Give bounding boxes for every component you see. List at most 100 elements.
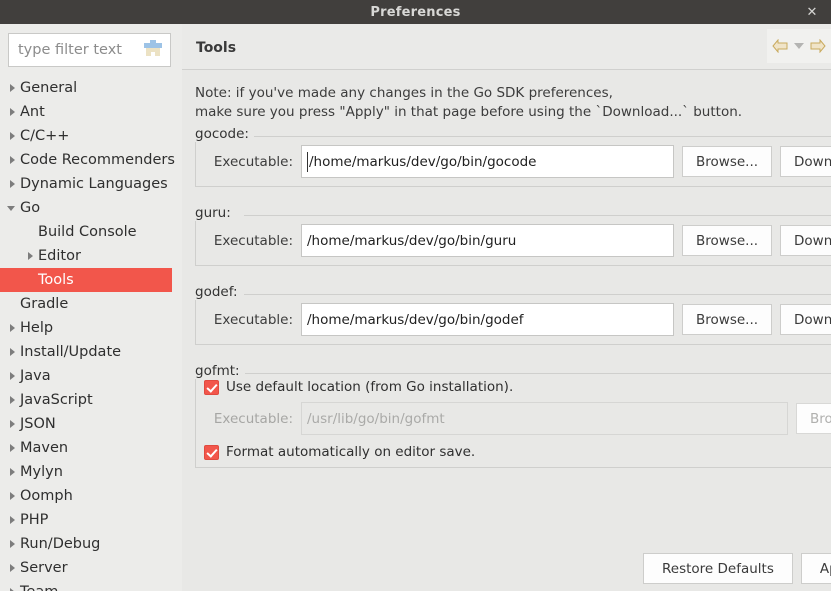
executable-row: Executable: /home/markus/dev/go/bin/guru…: [196, 216, 831, 265]
close-icon[interactable]: ✕: [799, 0, 825, 24]
use-default-location-row[interactable]: Use default location (from Go installati…: [196, 374, 831, 400]
chevron-right-icon[interactable]: [4, 340, 20, 364]
chevron-right-icon[interactable]: [4, 508, 20, 532]
arrow-left-icon[interactable]: [769, 31, 791, 61]
sidebar-item-label: Editor: [38, 248, 81, 264]
chevron-right-icon[interactable]: [4, 172, 20, 196]
sidebar-item-build-console[interactable]: Build Console: [0, 220, 182, 244]
restore-defaults-button[interactable]: Restore Defaults: [642, 553, 793, 584]
sidebar-item-code-recommenders[interactable]: Code Recommenders: [0, 148, 182, 172]
executable-label: Executable:: [213, 232, 293, 249]
sidebar-item-editor[interactable]: Editor: [0, 244, 182, 268]
chevron-right-icon[interactable]: [4, 556, 20, 580]
sidebar-item-json[interactable]: JSON: [0, 412, 182, 436]
gocode-download-button[interactable]: Download...: [780, 146, 831, 177]
gocode-executable-value: /home/markus/dev/go/bin/gocode: [309, 153, 537, 170]
sidebar-item-javascript[interactable]: JavaScript: [0, 388, 182, 412]
sidebar-item-label: Maven: [20, 440, 69, 456]
arrow-right-icon[interactable]: [807, 31, 829, 61]
chevron-right-icon[interactable]: [4, 484, 20, 508]
godef-executable-value: /home/markus/dev/go/bin/godef: [307, 311, 524, 328]
chevron-right-icon[interactable]: [4, 148, 20, 172]
godef-executable-input[interactable]: /home/markus/dev/go/bin/godef: [301, 303, 674, 336]
executable-label: Executable:: [213, 153, 293, 170]
group-body: Executable: /home/markus/dev/go/bin/goco…: [195, 136, 831, 187]
sidebar-item-server[interactable]: Server: [0, 556, 182, 580]
chevron-right-icon[interactable]: [22, 244, 38, 268]
sidebar-item-java[interactable]: Java: [0, 364, 182, 388]
executable-label: Executable:: [213, 311, 293, 328]
sidebar-item-team[interactable]: Team: [0, 580, 182, 591]
chevron-right-icon[interactable]: [4, 124, 20, 148]
sidebar-item-help[interactable]: Help: [0, 316, 182, 340]
sidebar-item-gradle[interactable]: Gradle: [0, 292, 182, 316]
guru-download-button[interactable]: Download...: [780, 225, 831, 256]
sidebar-item-maven[interactable]: Maven: [0, 436, 182, 460]
sidebar-item-label: Help: [20, 320, 54, 336]
sidebar-item-label: Dynamic Languages: [20, 176, 168, 192]
preferences-content-pane: Tools Note: if you've made any changes i…: [182, 24, 831, 591]
sidebar-item-go[interactable]: Go: [0, 196, 182, 220]
note-line-1: Note: if you've made any changes in the …: [195, 85, 613, 101]
filter-input-placeholder[interactable]: type filter text: [18, 42, 143, 58]
sidebar-item-tools[interactable]: Tools: [0, 268, 172, 292]
preferences-tree[interactable]: General Ant C/C++ Code Recommenders Dynamic …: [0, 76, 182, 591]
chevron-right-icon[interactable]: [4, 316, 20, 340]
group-title: gofmt:: [195, 363, 245, 379]
navigation-buttons: [767, 29, 831, 63]
chevron-right-icon[interactable]: [4, 364, 20, 388]
sidebar-item-install-update[interactable]: Install/Update: [0, 340, 182, 364]
page-title: Tools: [196, 40, 237, 56]
chevron-right-icon[interactable]: [4, 580, 20, 591]
sidebar-item-label: Run/Debug: [20, 536, 101, 552]
gofmt-executable-input: /usr/lib/go/bin/gofmt: [301, 402, 788, 435]
gocode-executable-input[interactable]: /home/markus/dev/go/bin/gocode: [301, 145, 674, 178]
sidebar-item-label: PHP: [20, 512, 49, 528]
gofmt-executable-label: Executable:: [213, 410, 293, 427]
chevron-right-icon[interactable]: [4, 412, 20, 436]
sidebar-item-c-c[interactable]: C/C++: [0, 124, 182, 148]
chevron-down-icon[interactable]: [4, 196, 20, 220]
footer-buttons: Restore Defaults Apply: [635, 553, 831, 584]
group-title: gocode:: [195, 126, 254, 142]
sidebar-item-php[interactable]: PHP: [0, 508, 182, 532]
group-body: Use default location (from Go installati…: [195, 373, 831, 468]
group-body: Executable: /home/markus/dev/go/bin/guru…: [195, 215, 831, 266]
chevron-right-icon[interactable]: [4, 100, 20, 124]
godef-download-button[interactable]: Download...: [780, 304, 831, 335]
chevron-right-icon[interactable]: [4, 460, 20, 484]
sidebar-item-general[interactable]: General: [0, 76, 182, 100]
sidebar-item-label: Server: [20, 560, 68, 576]
guru-browse-button[interactable]: Browse...: [682, 225, 773, 256]
sidebar-item-label: Oomph: [20, 488, 73, 504]
guru-executable-input[interactable]: /home/markus/dev/go/bin/guru: [301, 224, 674, 257]
filter-input-wrapper[interactable]: type filter text: [8, 33, 171, 67]
chevron-right-icon[interactable]: [4, 436, 20, 460]
format-on-save-row[interactable]: Format automatically on editor save.: [196, 439, 831, 467]
chevron-right-icon[interactable]: [4, 76, 20, 100]
sidebar-item-dynamic-languages[interactable]: Dynamic Languages: [0, 172, 182, 196]
gocode-browse-button[interactable]: Browse...: [682, 146, 773, 177]
sidebar-item-run-debug[interactable]: Run/Debug: [0, 532, 182, 556]
use-default-location-checkbox[interactable]: [204, 379, 219, 395]
chevron-right-icon[interactable]: [4, 388, 20, 412]
note-line-2: make sure you press "Apply" in that page…: [195, 104, 743, 120]
godef-browse-button[interactable]: Browse...: [682, 304, 773, 335]
sidebar-item-label: JavaScript: [20, 392, 93, 408]
format-on-save-checkbox[interactable]: [204, 444, 219, 460]
sidebar-item-label: General: [20, 80, 78, 96]
sidebar-item-mylyn[interactable]: Mylyn: [0, 460, 182, 484]
group-title: guru:: [195, 205, 236, 221]
chevron-right-icon[interactable]: [4, 532, 20, 556]
preferences-window: Preferences ✕ type filter text General An…: [0, 0, 831, 591]
tools-settings-content: Note: if you've made any changes in the …: [182, 71, 831, 544]
clear-filter-icon[interactable]: [143, 40, 163, 60]
apply-button[interactable]: Apply: [800, 553, 831, 584]
chevron-down-icon[interactable]: [791, 31, 807, 61]
sidebar-item-label: Mylyn: [20, 464, 63, 480]
sidebar-item-oomph[interactable]: Oomph: [0, 484, 182, 508]
group-body: Executable: /home/markus/dev/go/bin/gode…: [195, 294, 831, 345]
window-title: Preferences: [370, 4, 461, 20]
sidebar-item-ant[interactable]: Ant: [0, 100, 182, 124]
